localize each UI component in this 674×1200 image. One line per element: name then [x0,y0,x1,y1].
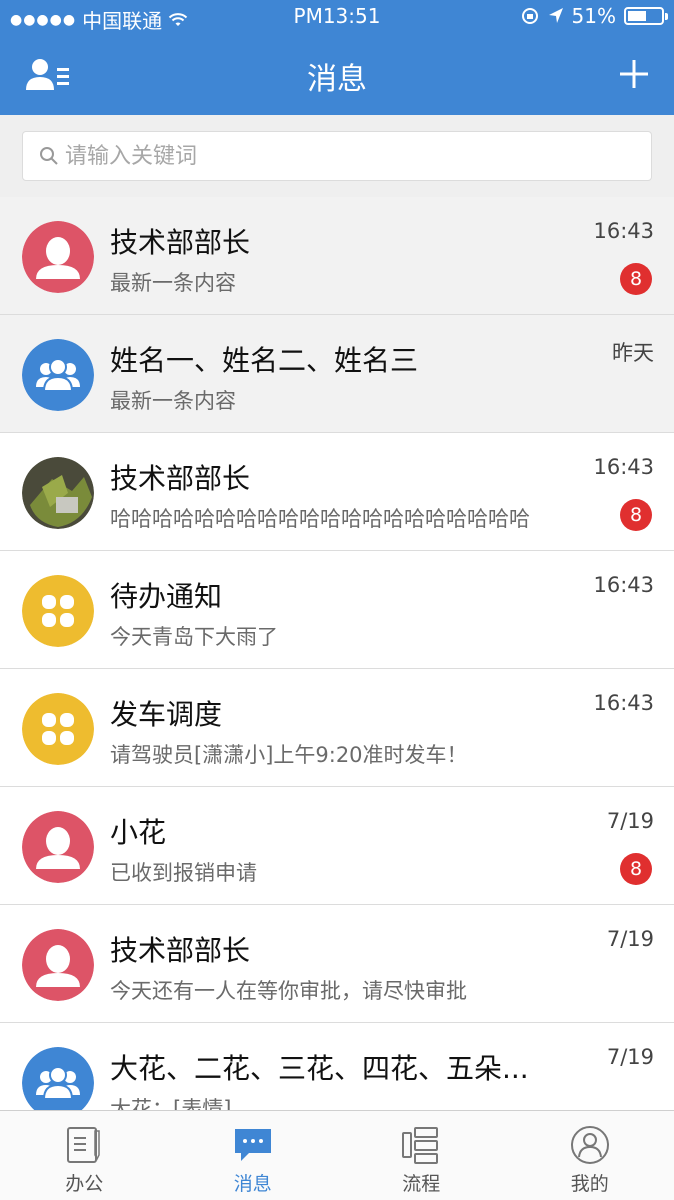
status-bar: ●●●●● 中国联通 PM13:51 51% [0,0,674,34]
message-preview: 请驾驶员[潇潇小]上午9:20准时发车！ [110,743,468,767]
message-preview: 已收到报销申请 [110,861,257,885]
battery-icon [624,7,668,25]
message-sender: 小花 [110,816,167,849]
message-time: 7/19 [606,1045,654,1069]
message-preview: 今天还有一人在等你审批，请尽快审批 [110,979,467,1003]
message-sender: 技术部部长 [110,226,251,259]
add-icon[interactable] [618,54,650,94]
search-icon [40,147,58,165]
tab-flow[interactable]: 流程 [337,1111,506,1200]
unread-badge: 8 [620,263,652,295]
message-row[interactable]: 待办通知今天青岛下大雨了 16:43 [0,551,674,669]
top-header: ●●●●● 中国联通 PM13:51 51% 消息 [0,0,674,115]
group-avatar [22,339,94,411]
group-avatar [22,1047,94,1110]
battery-percent: 51% [571,4,616,28]
message-preview: 哈哈哈哈哈哈哈哈哈哈哈哈哈哈哈哈哈哈哈哈 [110,507,530,531]
message-list: 技术部部长 最新一条内容 16:43 8 姓名一、姓名二、姓名三 最新一条内容 昨天 技术部部… [0,197,674,1110]
clover-avatar [22,693,94,765]
message-sender: 发车调度 [110,698,223,731]
message-sender: 待办通知 [110,580,223,613]
message-sender: 姓名一、姓名二、姓名三 [110,344,419,377]
female-avatar [22,221,94,293]
tab-message[interactable]: 消息 [169,1111,338,1200]
message-row[interactable]: 技术部部长哈哈哈哈哈哈哈哈哈哈哈哈哈哈哈哈哈哈哈哈 16:43 8 [0,433,674,551]
tab-label: 流程 [402,1173,441,1195]
tab-office[interactable]: 办公 [0,1111,169,1200]
message-preview: 大花：[表情] [110,1097,232,1110]
message-row[interactable]: 大花、二花、三花、四花、五朵... 大花：[表情] 7/19 [0,1023,674,1110]
message-preview: 今天青岛下大雨了 [110,625,278,649]
clover-avatar [22,575,94,647]
message-time: 16:43 [593,455,654,479]
message-sender: 大花、二花、三花、四花、五朵... [110,1052,529,1085]
message-time: 7/19 [606,809,654,833]
message-row[interactable]: 技术部部长最新一条内容 16:43 8 [0,197,674,315]
tab-label: 我的 [570,1173,609,1195]
message-time: 16:43 [593,691,654,715]
message-row[interactable]: 发车调度请驾驶员[潇潇小]上午9:20准时发车！ 16:43 [0,669,674,787]
photo-avatar [22,457,94,529]
page-title: 消息 [307,62,367,97]
tab-label: 办公 [65,1173,104,1195]
search-box[interactable] [22,131,652,181]
location-icon [548,8,563,23]
search-area [0,115,674,197]
rotation-lock-icon [521,8,538,24]
unread-badge: 8 [620,853,652,885]
unread-badge: 8 [620,499,652,531]
tab-profile[interactable]: 我的 [506,1111,674,1200]
message-time: 16:43 [593,219,654,243]
message-time: 7/19 [606,927,654,951]
message-time: 16:43 [593,573,654,597]
message-sender: 技术部部长 [110,934,251,967]
message-row[interactable]: 小花已收到报销申请 7/19 8 [0,787,674,905]
message-preview: 最新一条内容 [110,271,236,295]
message-sender: 技术部部长 [110,462,251,495]
message-preview: 最新一条内容 [110,389,236,413]
search-input[interactable] [65,143,625,169]
female-avatar [22,929,94,1001]
female-avatar [22,811,94,883]
message-row[interactable]: 技术部部长今天还有一人在等你审批，请尽快审批 7/19 [0,905,674,1023]
message-time: 昨天 [612,341,654,365]
tab-label: 消息 [233,1173,272,1195]
nav-bar: 消息 [0,34,674,115]
message-row[interactable]: 姓名一、姓名二、姓名三最新一条内容 昨天 [0,315,674,433]
tab-bar: 办公 消息 流程 我的 [0,1110,674,1200]
